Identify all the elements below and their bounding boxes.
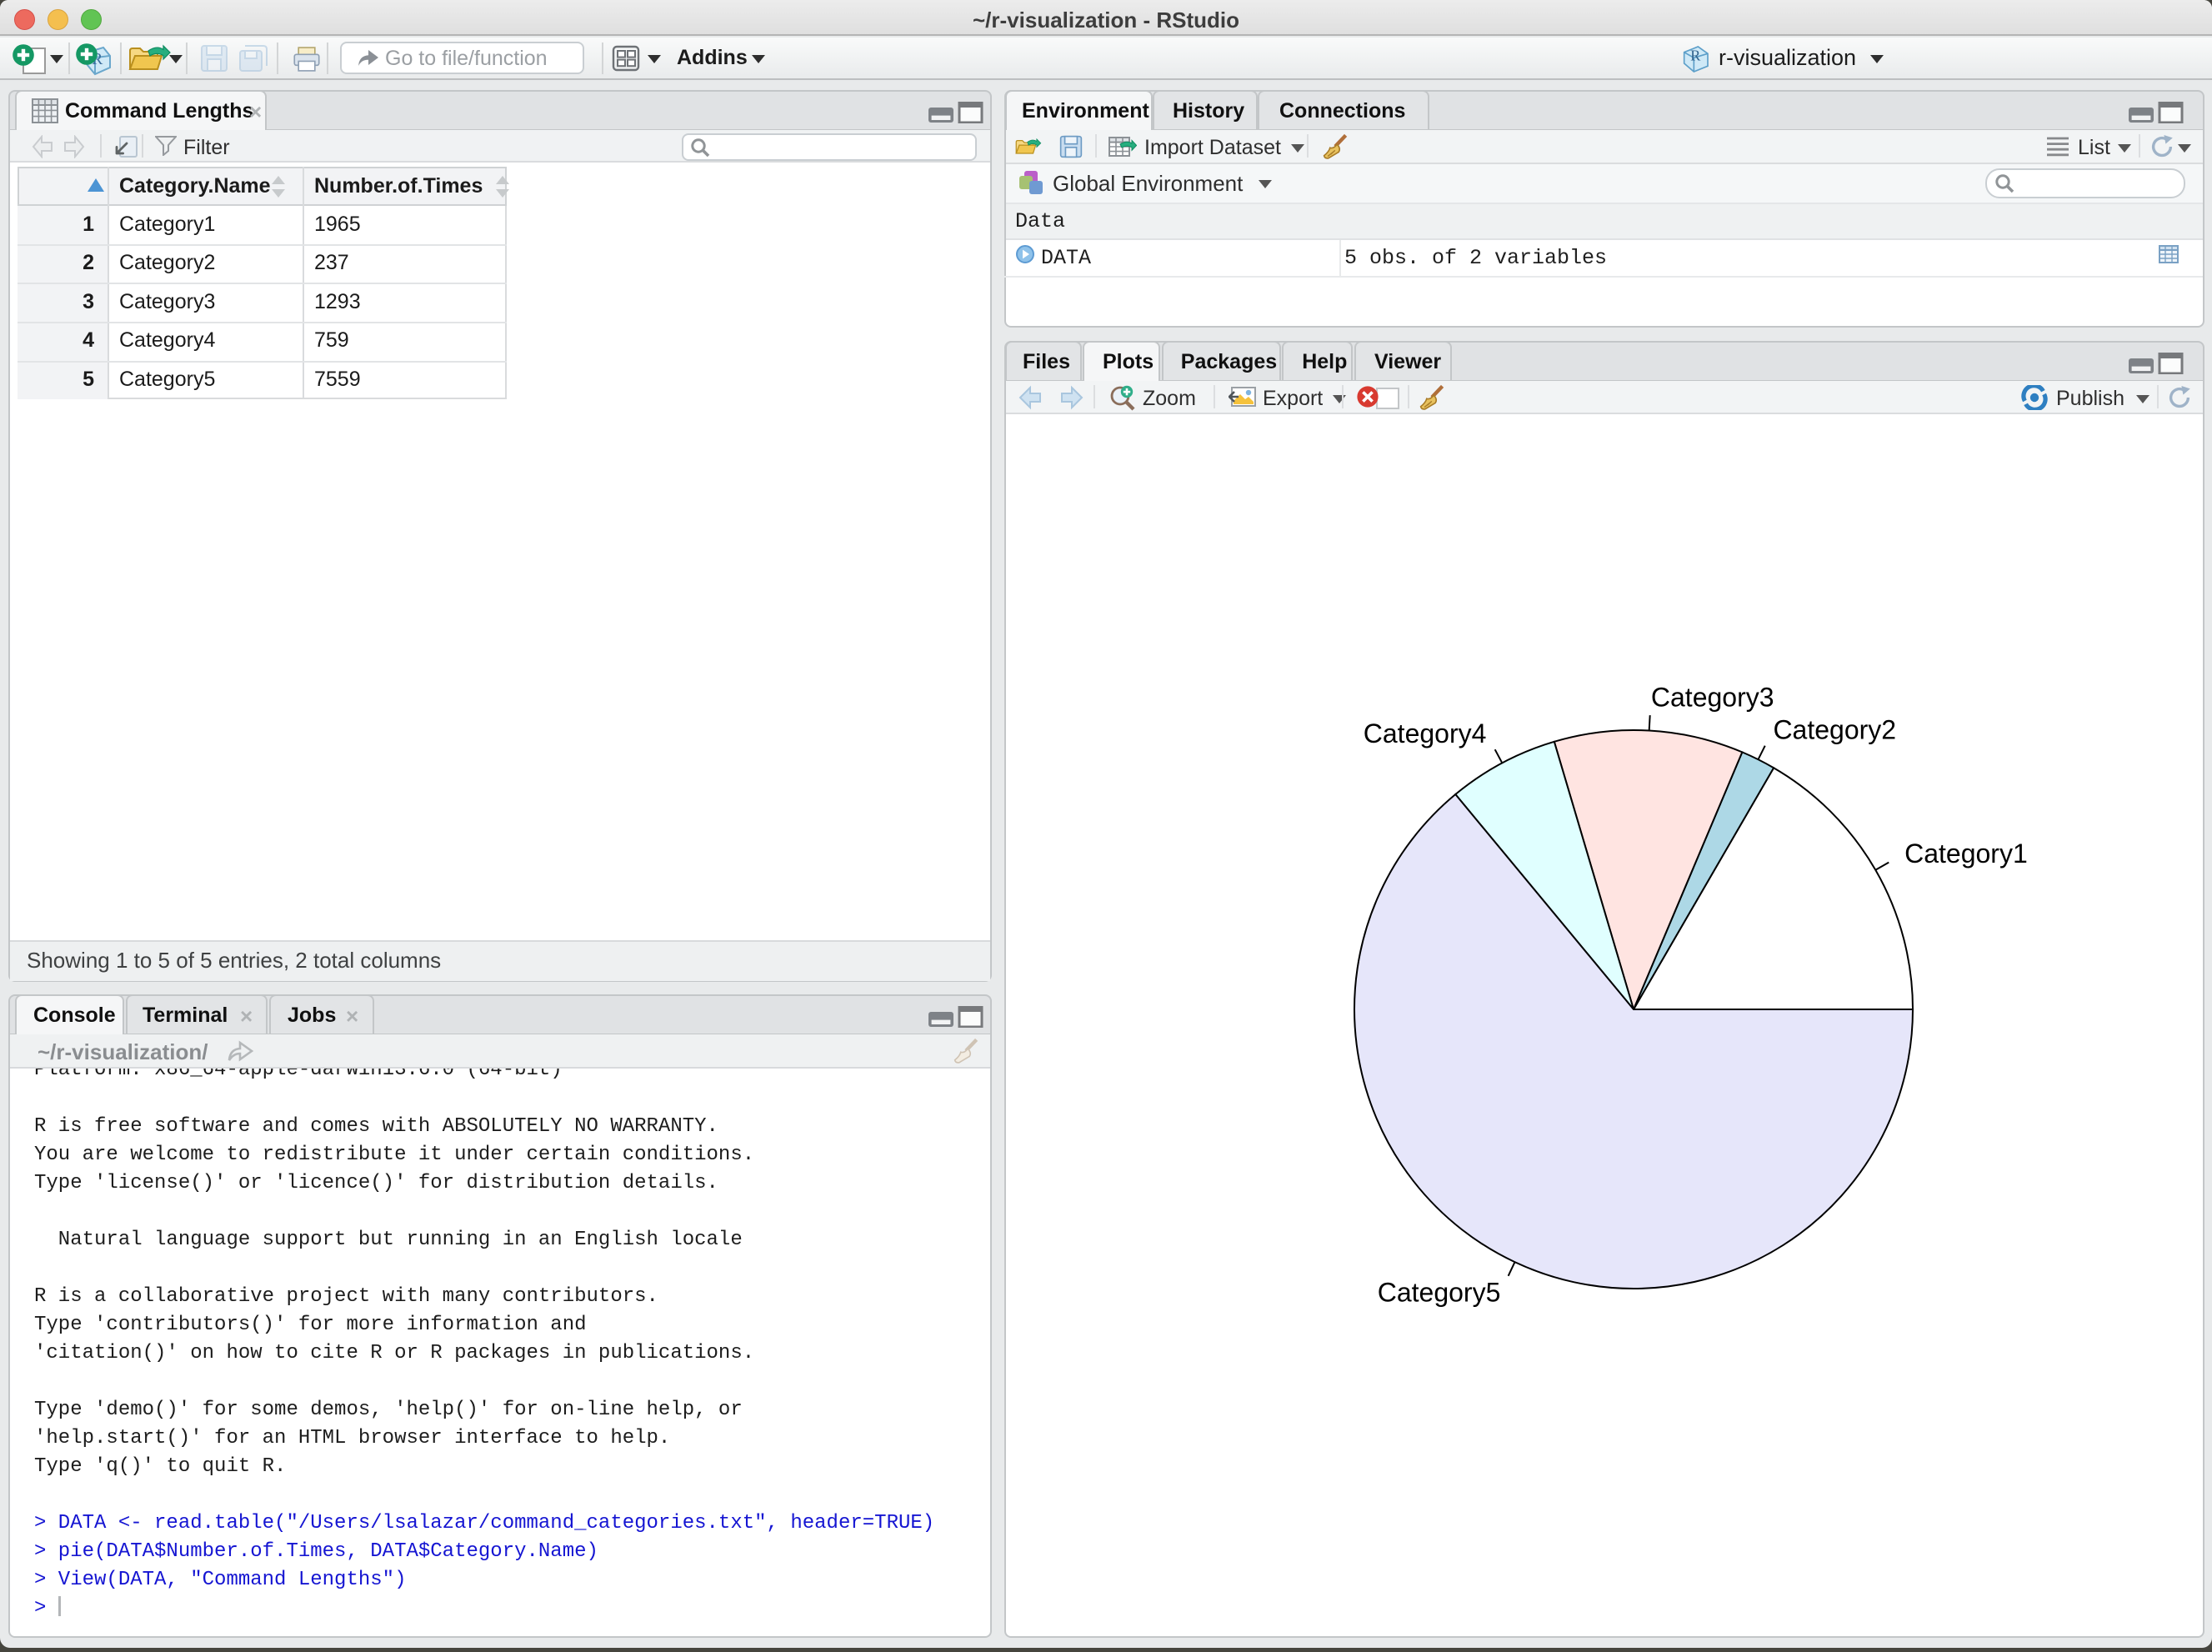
svg-text:Category3: Category3 [1651,683,1774,713]
svg-text:Category4: Category4 [1364,718,1487,748]
svg-text:R: R [1690,48,1701,64]
svg-text:Category2: Category2 [1773,714,1896,744]
svg-text:Category1: Category1 [1904,839,2028,869]
svg-text:Category5: Category5 [1378,1278,1501,1308]
